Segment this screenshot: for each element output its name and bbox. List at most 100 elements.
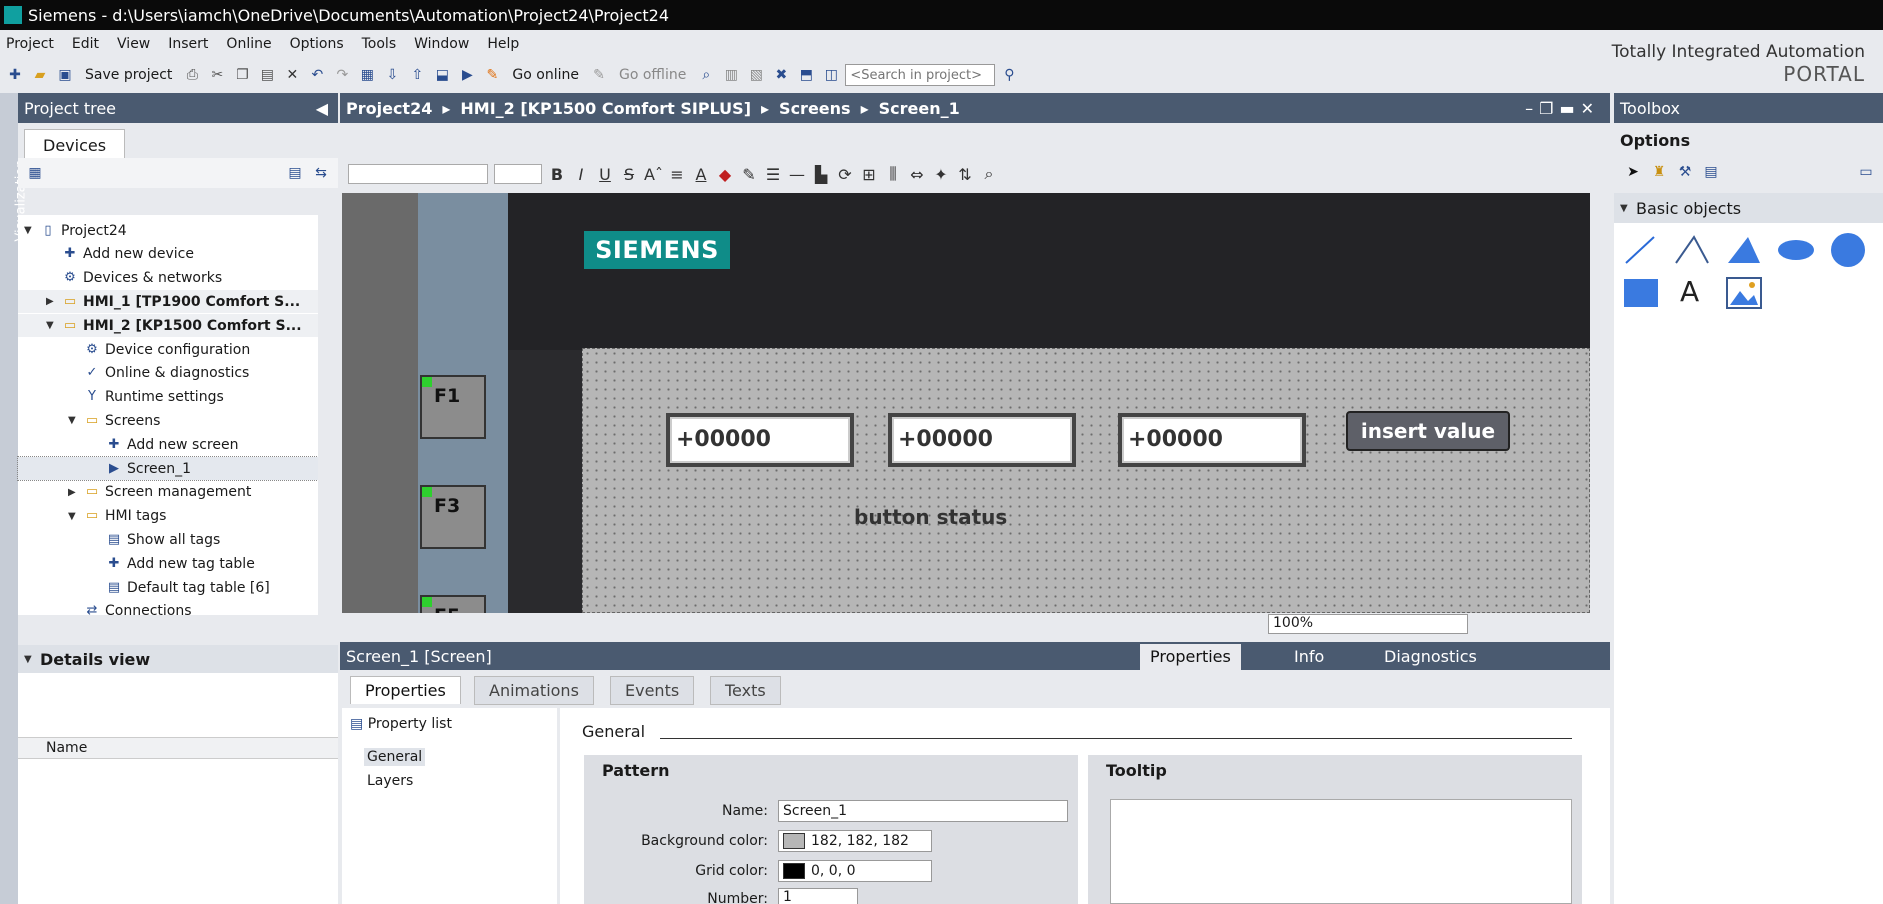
paste-icon[interactable]: ▤ xyxy=(256,64,278,86)
nav-layers[interactable]: Layers xyxy=(364,772,416,790)
inspector-tab-info[interactable]: Info xyxy=(1284,644,1334,670)
button-status-text[interactable]: button status xyxy=(854,505,1007,529)
print-icon[interactable]: ⎙ xyxy=(181,64,203,86)
cut-icon[interactable]: ✂ xyxy=(206,64,228,86)
breadcrumb-screen[interactable]: Screen_1 xyxy=(879,99,960,118)
tree-item[interactable]: Y Runtime settings xyxy=(18,386,318,409)
zoom-select[interactable]: 100% xyxy=(1268,614,1468,634)
name-field[interactable]: Screen_1 xyxy=(778,800,1068,822)
rectangle-tool-icon[interactable] xyxy=(1622,275,1660,311)
fill-color-icon[interactable]: ◆ xyxy=(716,165,734,184)
tab-texts[interactable]: Texts xyxy=(710,676,781,705)
ellipse-tool-icon[interactable] xyxy=(1774,233,1818,267)
rotate-icon[interactable]: ⟳ xyxy=(836,165,854,184)
bold-icon[interactable]: B xyxy=(548,165,566,184)
function-key-f5[interactable]: F5 xyxy=(420,595,486,613)
save-icon[interactable]: ▣ xyxy=(54,64,76,86)
menu-project[interactable]: Project xyxy=(0,36,66,52)
new-project-icon[interactable]: ✚ xyxy=(4,64,26,86)
tree-item[interactable]: ▼ ▭ HMI_2 [KP1500 Comfort S... xyxy=(18,314,318,338)
window-controls-icon[interactable]: –❐▬✕ xyxy=(1525,99,1600,118)
background-color-select[interactable]: 182, 182, 182 xyxy=(778,830,932,852)
view-icon[interactable]: ▤ xyxy=(1700,161,1722,183)
project-tree-scrollbar[interactable] xyxy=(318,215,338,620)
basic-objects-header[interactable]: ▼ Basic objects xyxy=(1614,193,1883,223)
zoom-area-icon[interactable]: ⌕ xyxy=(980,164,998,184)
stop-cpu-icon[interactable]: ▧ xyxy=(745,64,767,86)
screen-work-area[interactable] xyxy=(582,348,1590,613)
menu-help[interactable]: Help xyxy=(481,36,531,52)
function-key-f3[interactable]: F3 xyxy=(420,485,486,549)
tab-animations[interactable]: Animations xyxy=(474,676,594,705)
screen-canvas[interactable]: F1 F3 F5 SIEMENS +00000 +00000 +00000 in… xyxy=(342,193,1590,613)
menu-edit[interactable]: Edit xyxy=(66,36,111,52)
font-name-box[interactable] xyxy=(348,164,488,184)
tree-item[interactable]: ✓ Online & diagnostics xyxy=(18,362,318,385)
tree-item[interactable]: ▶ Screen_1 xyxy=(17,456,319,481)
property-list-button[interactable]: ▤ Property list xyxy=(350,716,452,732)
accessible-devices-icon[interactable]: ⌕ xyxy=(695,64,717,86)
download-device-icon[interactable]: ⬓ xyxy=(431,64,453,86)
tree-item[interactable]: ⚙ Device configuration xyxy=(18,338,318,361)
tree-item[interactable]: ▤ Show all tags xyxy=(18,528,318,551)
menu-insert[interactable]: Insert xyxy=(162,36,220,52)
align-icon[interactable]: ≡ xyxy=(668,165,686,184)
io-field-3[interactable]: +00000 xyxy=(1118,413,1306,467)
font-size-up-icon[interactable]: Aˆ xyxy=(644,165,663,184)
collapsed-arrow-icon[interactable]: ▶ xyxy=(46,296,58,307)
io-field-2[interactable]: +00000 xyxy=(888,413,1076,467)
menu-tools[interactable]: Tools xyxy=(356,36,409,52)
overview-icon[interactable]: ▤ xyxy=(284,162,306,184)
same-size-icon[interactable]: ⇔ xyxy=(908,165,926,184)
download-icon[interactable]: ⇩ xyxy=(381,64,403,86)
project-tree-horizontal-scrollbar[interactable] xyxy=(18,620,338,640)
tree-item[interactable]: ▼ ▯ Project24 xyxy=(18,219,318,242)
inspector-tab-properties[interactable]: Properties xyxy=(1140,644,1241,670)
library-icon[interactable]: ⚒ xyxy=(1674,161,1696,183)
compile-icon[interactable]: ▦ xyxy=(356,64,378,86)
expanded-arrow-icon[interactable]: ▼ xyxy=(46,320,58,331)
inspector-tab-diagnostics[interactable]: Diagnostics xyxy=(1374,644,1487,670)
copy-icon[interactable]: ❐ xyxy=(231,64,253,86)
tree-item[interactable]: ▼ ▭ Screens xyxy=(18,409,318,432)
go-online-button[interactable]: Go online xyxy=(506,67,585,83)
breadcrumb-device[interactable]: HMI_2 [KP1500 Comfort SIPLUS] xyxy=(460,99,751,118)
insert-value-button[interactable]: insert value xyxy=(1346,411,1510,451)
nav-general[interactable]: General xyxy=(364,748,426,766)
line-style-icon[interactable]: — xyxy=(788,165,806,184)
strikethrough-icon[interactable]: S xyxy=(620,165,638,184)
polyline-tool-icon[interactable] xyxy=(1672,233,1712,267)
tree-item[interactable]: ⚙ Devices & networks xyxy=(18,267,318,290)
tree-item[interactable]: ▶ ▭ Screen management xyxy=(18,481,318,504)
format-painter-icon[interactable]: ✦ xyxy=(932,165,950,184)
expanded-arrow-icon[interactable]: ▼ xyxy=(68,511,80,522)
menu-online[interactable]: Online xyxy=(220,36,283,52)
circle-tool-icon[interactable] xyxy=(1828,231,1868,269)
pointer-icon[interactable]: ➤ xyxy=(1622,161,1644,183)
breadcrumb-screens[interactable]: Screens xyxy=(779,99,851,118)
menu-view[interactable]: View xyxy=(111,36,162,52)
text-field-tool-icon[interactable]: A xyxy=(1680,275,1699,308)
menu-options[interactable]: Options xyxy=(284,36,356,52)
line-width-icon[interactable]: ☰ xyxy=(764,165,782,184)
tree-item[interactable]: ▶ ▭ HMI_1 [TP1900 Comfort S... xyxy=(18,290,318,314)
undo-icon[interactable]: ↶ xyxy=(306,64,328,86)
simulation-icon[interactable]: ▶ xyxy=(456,64,478,86)
split-vertical-icon[interactable]: ◫ xyxy=(820,64,842,86)
panel-layout-icon[interactable]: ▭ xyxy=(1855,161,1877,183)
save-project-button[interactable]: Save project xyxy=(79,67,178,83)
details-view-header[interactable]: ▼ Details view xyxy=(18,645,338,673)
visualization-tab[interactable]: Visualization xyxy=(0,93,29,904)
layer-icon[interactable]: ⇅ xyxy=(956,165,974,184)
start-cpu-icon[interactable]: ▥ xyxy=(720,64,742,86)
underline-icon[interactable]: U xyxy=(596,165,614,184)
tab-properties[interactable]: Properties xyxy=(350,676,461,704)
italic-icon[interactable]: I xyxy=(572,165,590,184)
graphic-view-tool-icon[interactable] xyxy=(1724,275,1764,311)
expanded-arrow-icon[interactable]: ▼ xyxy=(24,225,36,236)
split-horizontal-icon[interactable]: ⬒ xyxy=(795,64,817,86)
upload-icon[interactable]: ⇧ xyxy=(406,64,428,86)
io-field-1[interactable]: +00000 xyxy=(666,413,854,467)
cross-reference-icon[interactable]: ✖ xyxy=(770,64,792,86)
stamp-icon[interactable]: ♜ xyxy=(1648,161,1670,183)
